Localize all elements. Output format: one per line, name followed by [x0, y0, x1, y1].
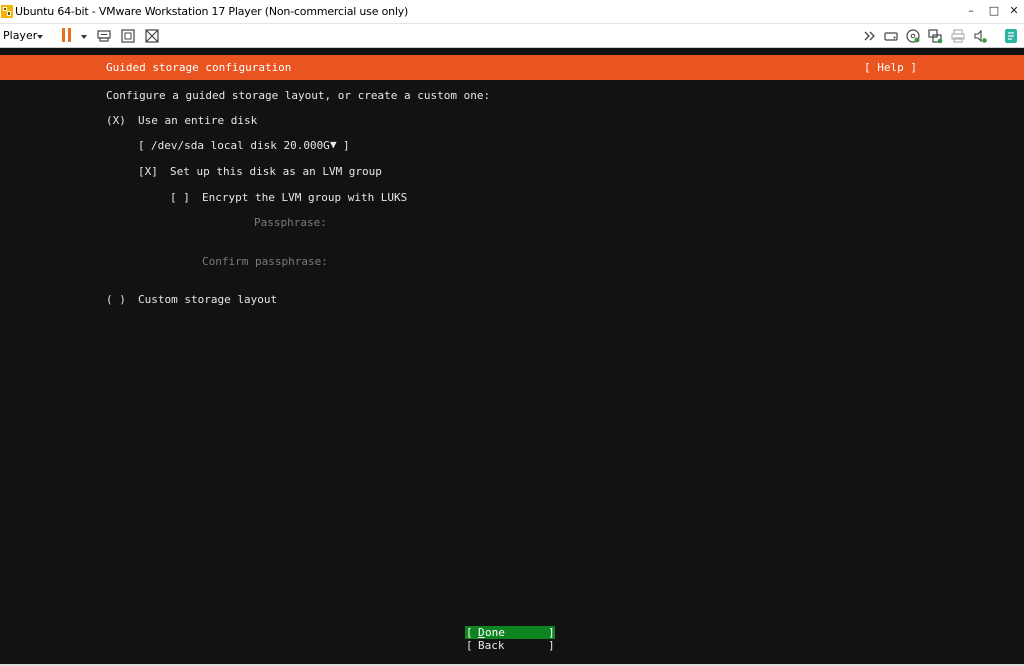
done-label: one — [485, 626, 505, 639]
player-menu-caret-icon[interactable] — [37, 35, 43, 39]
back-open-bracket: [ — [466, 639, 473, 652]
disk-selector-open-bracket: [ — [138, 139, 145, 152]
passphrase-label: Passphrase: — [254, 216, 327, 229]
fit-guest-icon[interactable] — [120, 28, 136, 44]
confirm-passphrase-label: Confirm passphrase: — [202, 255, 328, 268]
pause-icon[interactable] — [61, 28, 73, 44]
entire-disk-label: Use an entire disk — [138, 114, 258, 127]
done-hotkey: D — [478, 626, 485, 639]
more-devices-icon[interactable] — [862, 28, 878, 44]
hard-disk-icon[interactable] — [883, 28, 899, 44]
dropdown-arrow-icon[interactable]: ▼ — [330, 138, 337, 151]
help-button[interactable]: [ Help ] — [864, 61, 917, 74]
vmware-toolbar: Player — [0, 24, 1024, 48]
entire-disk-radio[interactable]: (X) — [106, 114, 126, 127]
lvm-checkbox[interactable]: [X] — [138, 165, 158, 178]
intro-text: Configure a guided storage layout, or cr… — [106, 89, 491, 102]
luks-checkbox[interactable]: [ ] — [170, 191, 190, 204]
back-close-bracket: ] — [548, 639, 555, 652]
disk-selector-close-bracket: ] — [343, 139, 350, 152]
installer-title: Guided storage configuration — [106, 61, 292, 74]
back-button[interactable]: [ Back ] — [465, 639, 555, 652]
lvm-label: Set up this disk as an LVM group — [170, 165, 382, 178]
message-log-icon[interactable] — [1003, 28, 1019, 44]
done-open-bracket: [ — [466, 626, 473, 639]
custom-layout-radio[interactable]: ( ) — [106, 293, 126, 306]
send-ctrl-alt-del-icon[interactable] — [96, 28, 112, 44]
installer-header: Guided storage configuration [ Help ] — [0, 55, 1024, 80]
window-title: Ubuntu 64-bit - VMware Workstation 17 Pl… — [15, 5, 409, 18]
luks-label: Encrypt the LVM group with LUKS — [202, 191, 408, 204]
network-adapter-icon[interactable] — [927, 28, 943, 44]
disk-selector-value[interactable]: /dev/sda local disk 20.000G — [151, 139, 330, 152]
custom-layout-label: Custom storage layout — [138, 293, 278, 306]
back-label: Back — [478, 639, 505, 652]
sound-card-icon[interactable] — [972, 28, 988, 44]
minimize-button[interactable]: – — [963, 4, 979, 18]
done-button[interactable]: [ D one ] — [465, 626, 555, 639]
maximize-button[interactable]: □ — [986, 4, 1002, 18]
player-menu-button[interactable]: Player — [3, 29, 37, 42]
guest-screen[interactable]: Guided storage configuration [ Help ] Co… — [0, 48, 1024, 664]
close-button[interactable]: ✕ — [1006, 4, 1022, 18]
cd-dvd-icon[interactable] — [905, 28, 921, 44]
window-title-bar: Ubuntu 64-bit - VMware Workstation 17 Pl… — [0, 0, 1024, 24]
done-close-bracket: ] — [548, 626, 555, 639]
vmware-app-icon — [1, 5, 13, 18]
printer-icon[interactable] — [950, 28, 966, 44]
unity-mode-icon[interactable] — [144, 28, 160, 44]
pause-menu-caret-icon[interactable] — [81, 35, 87, 39]
